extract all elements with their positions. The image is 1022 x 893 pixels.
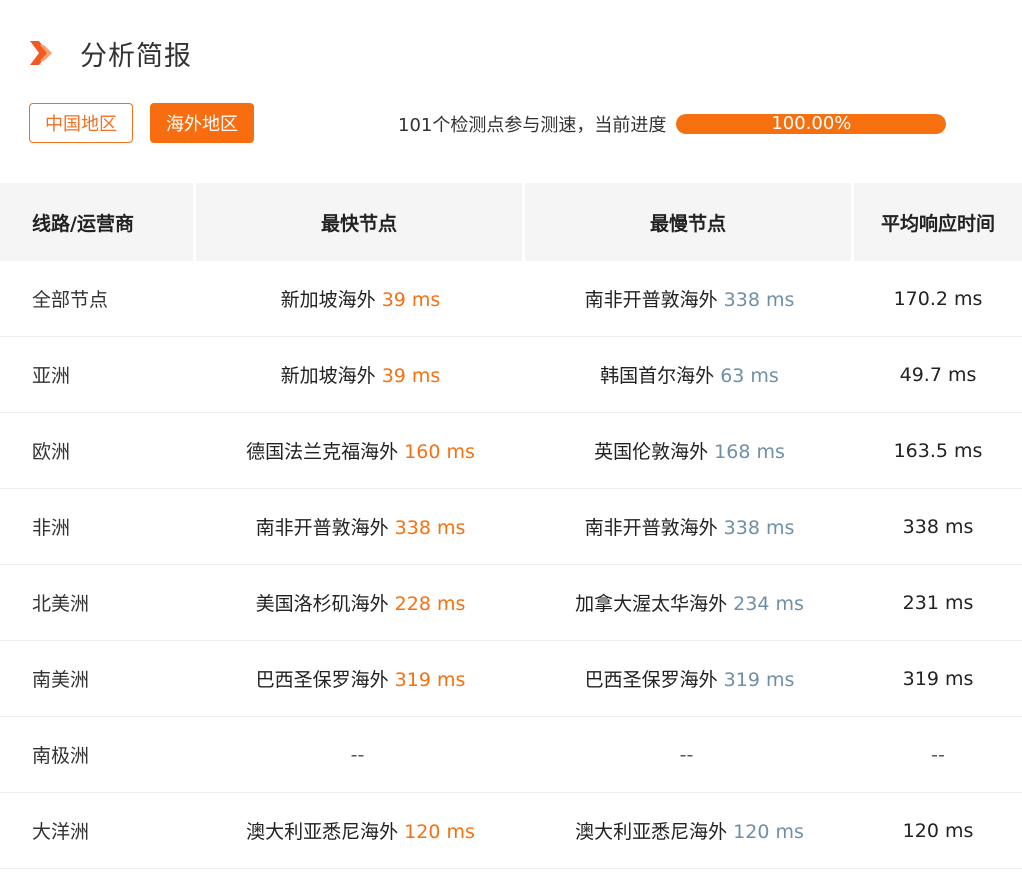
average-response-cell: 231 ms	[854, 565, 1022, 641]
progress-value-label: 100.00%	[771, 114, 852, 134]
fastest-node-cell: 美国洛杉矶海外 228 ms	[196, 565, 525, 641]
slowest-node-cell: 南非开普敦海外 338 ms	[525, 261, 854, 337]
slowest-node-cell: 澳大利亚悉尼海外 120 ms	[525, 793, 854, 869]
region-cell: 南极洲	[0, 717, 196, 793]
average-response-cell: 170.2 ms	[854, 261, 1022, 337]
slowest-node-ms: 234 ms	[733, 593, 804, 615]
slowest-node-name: --	[679, 743, 694, 766]
average-response-cell: 319 ms	[854, 641, 1022, 717]
progress-bar: 100.00%	[676, 114, 947, 134]
analysis-report-page: 分析简报 中国地区 海外地区 101个检测点参与测速，当前进度 100.00% …	[0, 0, 1022, 893]
region-cell: 北美洲	[0, 565, 196, 641]
table-row: 大洋洲 澳大利亚悉尼海外 120 ms 澳大利亚悉尼海外 120 ms 120 ms	[0, 793, 1022, 869]
fastest-node-name: 美国洛杉矶海外	[255, 593, 389, 615]
fastest-node-name: 南非开普敦海外	[255, 517, 389, 539]
fastest-node-name: 巴西圣保罗海外	[255, 669, 389, 691]
fastest-node-ms: 39 ms	[381, 365, 441, 387]
slowest-node-ms: 63 ms	[720, 365, 779, 387]
slowest-node-name: 澳大利亚悉尼海外	[575, 821, 728, 843]
fastest-node-cell: 德国法兰克福海外 160 ms	[196, 413, 525, 489]
slowest-node-name: 加拿大渥太华海外	[575, 593, 728, 615]
table-header-row: 线路/运营商 最快节点 最慢节点 平均响应时间	[0, 183, 1022, 261]
slowest-node-name: 南非开普敦海外	[584, 517, 718, 539]
fastest-node-ms: 120 ms	[404, 821, 475, 843]
slowest-node-name: 英国伦敦海外	[594, 441, 709, 463]
slowest-node-ms: 338 ms	[723, 289, 795, 311]
region-cell: 非洲	[0, 489, 196, 565]
fastest-node-ms: 160 ms	[404, 441, 475, 463]
fastest-node-cell: 巴西圣保罗海外 319 ms	[196, 641, 525, 717]
slowest-node-cell: 南非开普敦海外 338 ms	[525, 489, 854, 565]
slowest-node-cell: 英国伦敦海外 168 ms	[525, 413, 854, 489]
slowest-node-name: 南非开普敦海外	[584, 289, 718, 311]
region-tabs: 中国地区 海外地区	[29, 103, 254, 143]
fastest-node-name: 新加坡海外	[280, 365, 376, 387]
average-response-cell: --	[854, 717, 1022, 793]
average-response-cell: 120 ms	[854, 793, 1022, 869]
slowest-node-name: 巴西圣保罗海外	[584, 669, 718, 691]
header-average-response: 平均响应时间	[854, 183, 1022, 261]
table-row: 欧洲 德国法兰克福海外 160 ms 英国伦敦海外 168 ms 163.5 ms	[0, 413, 1022, 489]
slowest-node-cell: 加拿大渥太华海外 234 ms	[525, 565, 854, 641]
tab-overseas-region[interactable]: 海外地区	[150, 103, 254, 143]
fastest-node-ms: 319 ms	[394, 669, 466, 691]
progress-section: 101个检测点参与测速，当前进度 100.00%	[398, 103, 947, 145]
slowest-node-ms: 319 ms	[723, 669, 795, 691]
table-row: 南极洲 -- -- --	[0, 717, 1022, 793]
region-cell: 大洋洲	[0, 793, 196, 869]
fastest-node-name: 德国法兰克福海外	[246, 441, 399, 463]
fastest-node-ms: 228 ms	[394, 593, 466, 615]
slowest-node-cell: 巴西圣保罗海外 319 ms	[525, 641, 854, 717]
fastest-node-name: --	[350, 743, 365, 766]
fastest-node-ms: 338 ms	[394, 517, 466, 539]
fastest-node-cell: 澳大利亚悉尼海外 120 ms	[196, 793, 525, 869]
region-cell: 南美洲	[0, 641, 196, 717]
fastest-node-cell: 南非开普敦海外 338 ms	[196, 489, 525, 565]
slowest-node-name: 韩国首尔海外	[600, 365, 715, 387]
slowest-node-ms: 168 ms	[714, 441, 785, 463]
table-row: 全部节点 新加坡海外 39 ms 南非开普敦海外 338 ms 170.2 ms	[0, 261, 1022, 337]
fastest-node-cell: 新加坡海外 39 ms	[196, 261, 525, 337]
slowest-node-cell: 韩国首尔海外 63 ms	[525, 337, 854, 413]
tab-china-region[interactable]: 中国地区	[29, 103, 133, 143]
header-fastest-node: 最快节点	[196, 183, 525, 261]
region-cell: 欧洲	[0, 413, 196, 489]
report-header: 分析简报	[28, 30, 192, 76]
slowest-node-cell: --	[525, 717, 854, 793]
table-row: 南美洲 巴西圣保罗海外 319 ms 巴西圣保罗海外 319 ms 319 ms	[0, 641, 1022, 717]
fastest-node-cell: 新加坡海外 39 ms	[196, 337, 525, 413]
region-cell: 全部节点	[0, 261, 196, 337]
fastest-node-cell: --	[196, 717, 525, 793]
progress-text: 101个检测点参与测速，当前进度	[398, 115, 667, 136]
page-title: 分析简报	[80, 40, 192, 72]
region-cell: 亚洲	[0, 337, 196, 413]
header-slowest-node: 最慢节点	[525, 183, 854, 261]
table-row: 非洲 南非开普敦海外 338 ms 南非开普敦海外 338 ms 338 ms	[0, 489, 1022, 565]
table-row: 北美洲 美国洛杉矶海外 228 ms 加拿大渥太华海外 234 ms 231 ms	[0, 565, 1022, 641]
table-row: 亚洲 新加坡海外 39 ms 韩国首尔海外 63 ms 49.7 ms	[0, 337, 1022, 413]
fastest-node-ms: 39 ms	[381, 289, 441, 311]
report-table: 线路/运营商 最快节点 最慢节点 平均响应时间 全部节点 新加坡海外 39 ms …	[0, 183, 1022, 869]
header-route-operator: 线路/运营商	[0, 183, 196, 261]
slowest-node-ms: 120 ms	[733, 821, 804, 843]
average-response-cell: 338 ms	[854, 489, 1022, 565]
slowest-node-ms: 338 ms	[723, 517, 795, 539]
fastest-node-name: 新加坡海外	[280, 289, 376, 311]
fastest-node-name: 澳大利亚悉尼海外	[246, 821, 399, 843]
average-response-cell: 163.5 ms	[854, 413, 1022, 489]
average-response-cell: 49.7 ms	[854, 337, 1022, 413]
double-chevron-right-icon	[28, 38, 58, 68]
